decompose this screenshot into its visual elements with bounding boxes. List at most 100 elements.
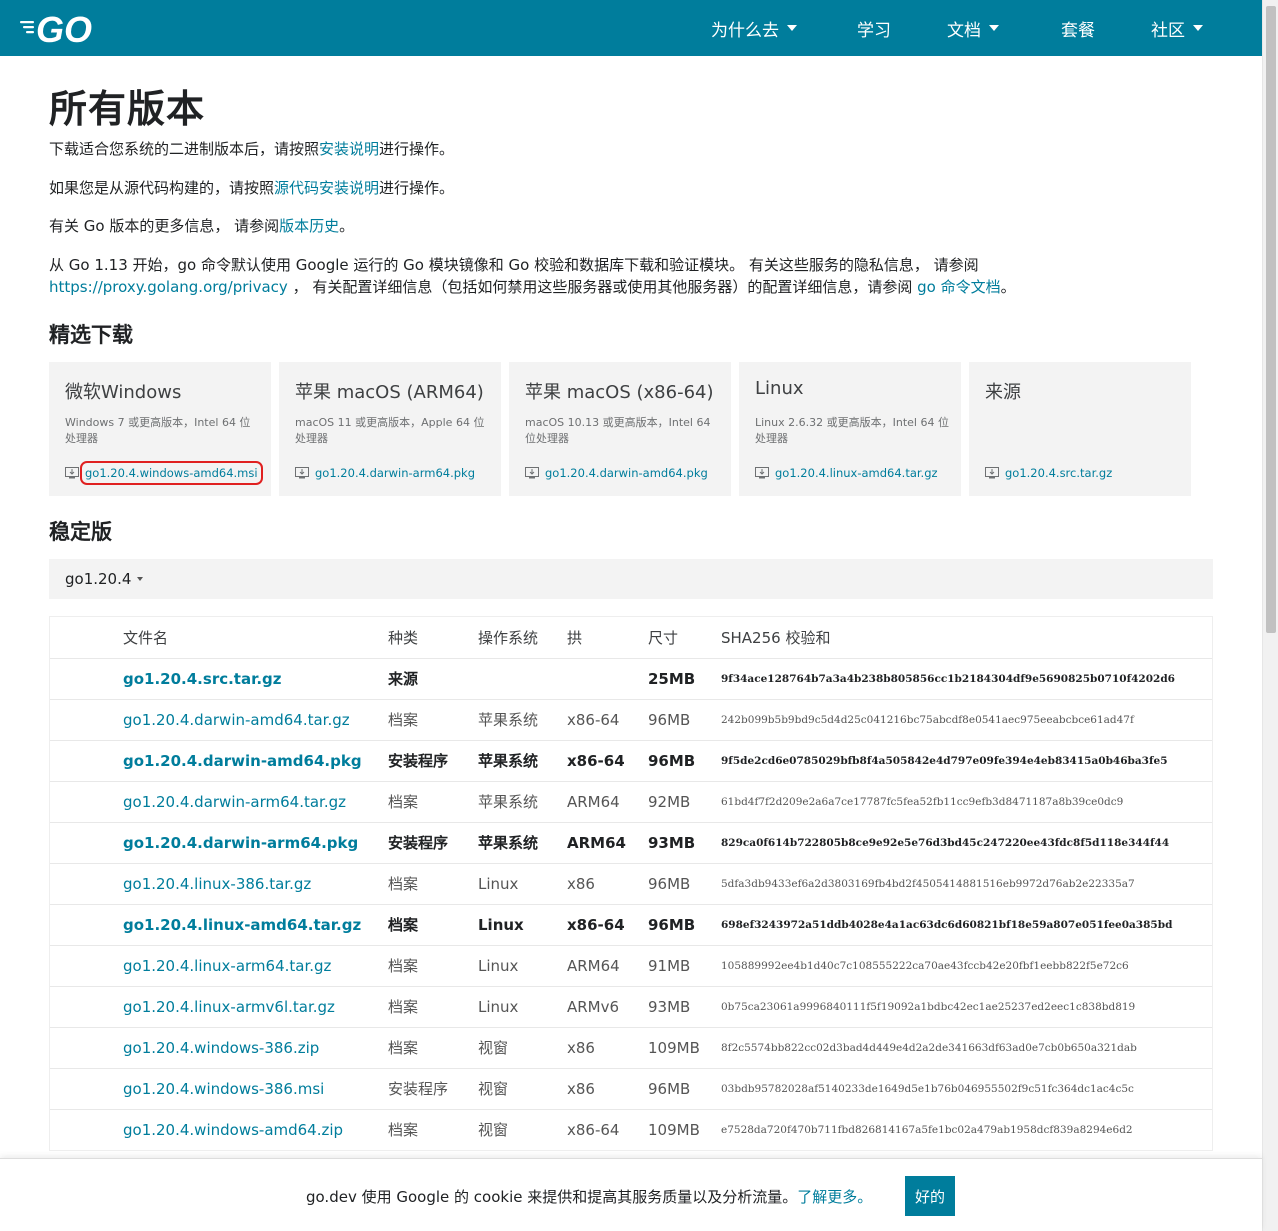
nav-docs[interactable]: 文档 [947, 0, 999, 56]
row-arch: ARM64 [567, 944, 648, 986]
card-description: Linux 2.6.32 或更高版本，Intel 64 位处理器 [755, 416, 949, 445]
featured-card-linux[interactable]: Linux Linux 2.6.32 或更高版本，Intel 64 位处理器 g… [739, 362, 961, 496]
row-kind: 安装程序 [388, 739, 478, 781]
row-kind: 档案 [388, 698, 478, 740]
table-row: go1.20.4.windows-amd64.zip 档案 视窗 x86-64 109M… [50, 1108, 1212, 1150]
row-os [478, 657, 567, 699]
file-download-link[interactable]: go1.20.4.windows-386.msi [123, 1080, 324, 1098]
vertical-scrollbar[interactable] [1262, 0, 1278, 1231]
row-sha256: 61bd4f7f2d209e2a6a7ce17787fc5fea52fb11cc… [721, 780, 1212, 822]
row-filename: go1.20.4.windows-386.msi [123, 1067, 388, 1109]
row-arch: ARM64 [567, 780, 648, 822]
download-link-linux-amd64[interactable]: go1.20.4.linux-amd64.tar.gz [775, 466, 938, 480]
featured-card-macos-x86[interactable]: 苹果 macOS (x86-64) macOS 10.13 或更高版本，Inte… [509, 362, 731, 496]
row-size: 96MB [648, 1067, 721, 1109]
nav-why-go[interactable]: 为什么去 [711, 0, 797, 56]
table-header-row: 文件名 种类 操作系统 拱 尺寸 SHA256 校验和 [50, 617, 1212, 658]
scrollbar-thumb[interactable] [1266, 6, 1276, 633]
proxy-privacy-link[interactable]: https://proxy.golang.org/privacy [49, 278, 288, 296]
intro-paragraph-1: 下载适合您系统的二进制版本后，请按照安装说明进行操作。 [49, 138, 454, 160]
nav-packages[interactable]: 套餐 [1061, 0, 1095, 56]
chevron-down-icon [989, 25, 999, 31]
version-toggle[interactable]: go1.20.4 [49, 559, 1213, 599]
row-filename: go1.20.4.src.tar.gz [123, 657, 388, 699]
nav-community[interactable]: 社区 [1151, 0, 1203, 56]
file-download-link[interactable]: go1.20.4.darwin-arm64.pkg [123, 834, 358, 852]
download-link-darwin-amd64-pkg[interactable]: go1.20.4.darwin-amd64.pkg [545, 466, 708, 480]
learn-more-link[interactable]: 了解更多。 [797, 1188, 872, 1206]
card-download[interactable]: go1.20.4.windows-amd64.msi [65, 461, 263, 485]
card-title: 苹果 macOS (ARM64) [295, 382, 484, 403]
header-spacer [50, 617, 123, 658]
intro-paragraph-2: 如果您是从源代码构建的，请按照源代码安装说明进行操作。 [49, 177, 454, 199]
card-download[interactable]: go1.20.4.darwin-arm64.pkg [295, 466, 475, 480]
row-filename: go1.20.4.windows-386.zip [123, 1026, 388, 1068]
file-download-link[interactable]: go1.20.4.src.tar.gz [123, 670, 282, 688]
row-size: 96MB [648, 862, 721, 904]
featured-card-source[interactable]: 来源 go1.20.4.src.tar.gz [969, 362, 1191, 496]
row-sha256: 5dfa3db9433ef6a2d3803169fb4bd2f450541488… [721, 862, 1212, 904]
file-download-link[interactable]: go1.20.4.linux-armv6l.tar.gz [123, 998, 335, 1016]
row-sha256: e7528da720f470b711fbd826814167a5fe1bc02a… [721, 1108, 1212, 1150]
header-kind: 种类 [388, 628, 419, 647]
file-download-link[interactable]: go1.20.4.windows-amd64.zip [123, 1121, 343, 1139]
featured-card-macos-arm64[interactable]: 苹果 macOS (ARM64) macOS 11 或更高版本，Apple 64… [279, 362, 501, 496]
source-install-link[interactable]: 源代码安装说明 [274, 179, 379, 197]
download-link-src[interactable]: go1.20.4.src.tar.gz [1005, 466, 1112, 480]
table-row: go1.20.4.src.tar.gz 来源 25MB 9f34ace128764b7… [50, 657, 1212, 699]
row-kind: 档案 [388, 1108, 478, 1150]
go-command-docs-link[interactable]: go 命令文档 [917, 278, 1000, 296]
card-title: 苹果 macOS (x86-64) [525, 382, 714, 403]
install-instructions-link[interactable]: 安装说明 [319, 140, 379, 158]
card-title: 来源 [985, 382, 1021, 403]
download-link-darwin-arm64-pkg[interactable]: go1.20.4.darwin-arm64.pkg [315, 466, 475, 480]
row-arch [567, 657, 648, 699]
file-download-link[interactable]: go1.20.4.darwin-amd64.tar.gz [123, 711, 350, 729]
row-sha256: 105889992ee4b1d40c7c108555222ca70ae43fcc… [721, 944, 1212, 986]
go-logo[interactable]: GO [20, 9, 108, 50]
row-kind: 档案 [388, 1026, 478, 1068]
header-sha256: SHA256 校验和 [721, 628, 831, 647]
row-spacer [50, 739, 123, 781]
top-navigation-bar: GO 为什么去 学习 文档 套餐 社区 [0, 0, 1262, 56]
file-download-link[interactable]: go1.20.4.linux-386.tar.gz [123, 875, 311, 893]
row-arch: x86 [567, 1026, 648, 1068]
nav-learn[interactable]: 学习 [857, 0, 891, 56]
row-filename: go1.20.4.windows-amd64.zip [123, 1108, 388, 1150]
file-download-link[interactable]: go1.20.4.windows-386.zip [123, 1039, 319, 1057]
version-label: go1.20.4 [65, 570, 132, 588]
row-size: 96MB [648, 739, 721, 781]
featured-card-windows[interactable]: 微软Windows Windows 7 或更高版本，Intel 64 位处理器 … [49, 362, 271, 496]
card-title: 微软Windows [65, 382, 182, 403]
row-arch: x86-64 [567, 698, 648, 740]
row-sha256: 03bdb95782028af5140233de1649d5e1b76b0469… [721, 1067, 1212, 1109]
row-os: 视窗 [478, 1067, 567, 1109]
release-history-link[interactable]: 版本历史 [279, 217, 339, 235]
row-kind: 档案 [388, 944, 478, 986]
file-download-link[interactable]: go1.20.4.darwin-arm64.tar.gz [123, 793, 346, 811]
row-size: 93MB [648, 985, 721, 1027]
row-size: 91MB [648, 944, 721, 986]
card-download[interactable]: go1.20.4.linux-amd64.tar.gz [755, 466, 938, 480]
file-download-link[interactable]: go1.20.4.linux-arm64.tar.gz [123, 957, 331, 975]
nav-packages-label: 套餐 [1061, 20, 1095, 41]
row-arch: x86-64 [567, 1108, 648, 1150]
file-download-link[interactable]: go1.20.4.linux-amd64.tar.gz [123, 916, 361, 934]
cookie-ok-button[interactable]: 好的 [905, 1176, 955, 1216]
row-arch: ARM64 [567, 821, 648, 863]
row-kind: 档案 [388, 903, 478, 945]
row-arch: x86 [567, 1067, 648, 1109]
download-icon [295, 467, 309, 479]
download-link-windows-msi[interactable]: go1.20.4.windows-amd64.msi [80, 461, 263, 485]
table-row: go1.20.4.linux-amd64.tar.gz 档案 Linux x86-64… [50, 903, 1212, 945]
card-download[interactable]: go1.20.4.darwin-amd64.pkg [525, 466, 708, 480]
row-os: 视窗 [478, 1108, 567, 1150]
p2-text: 如果您是从源代码构建的，请按照 [49, 179, 275, 197]
p3-text: 有关 Go 版本的更多信息， 请参阅 [49, 217, 280, 235]
row-size: 96MB [648, 903, 721, 945]
caret-down-icon [137, 577, 144, 581]
table-row: go1.20.4.linux-386.tar.gz 档案 Linux x86 96MB 5… [50, 862, 1212, 904]
card-download[interactable]: go1.20.4.src.tar.gz [985, 466, 1112, 480]
file-download-link[interactable]: go1.20.4.darwin-amd64.pkg [123, 752, 362, 770]
p4-text: 从 Go 1.13 开始，go 命令默认使用 Google 运行的 Go 模块镜… [49, 256, 979, 274]
